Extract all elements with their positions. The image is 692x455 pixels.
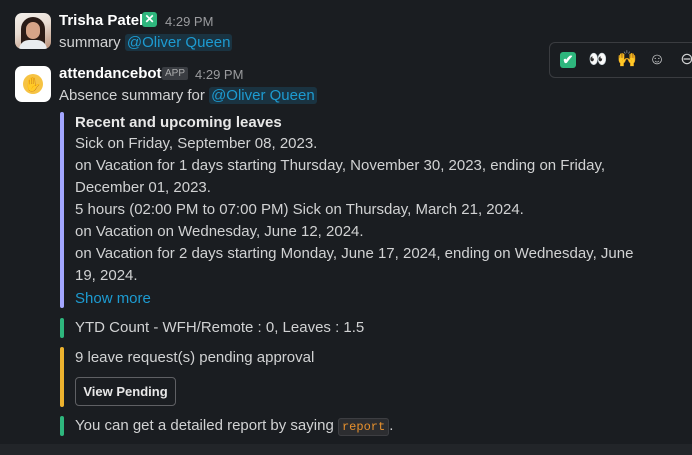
avatar-face: [26, 22, 40, 39]
status-x-icon: ✕: [142, 12, 157, 27]
leave-line: 19, 2024.: [75, 267, 138, 284]
leave-line: Sick on Friday, September 08, 2023.: [75, 135, 318, 152]
attachment-bar-orange: [60, 347, 64, 407]
attachment-bar-green-2: [60, 416, 64, 436]
author-attendancebot[interactable]: attendancebot: [59, 65, 162, 82]
author-trisha[interactable]: Trisha Patel: [59, 12, 143, 29]
message1-text: summary @Oliver Queen: [59, 34, 233, 51]
message2-text: Absence summary for @Oliver Queen: [59, 87, 317, 104]
report-hint-text: You can get a detailed report by saying …: [75, 415, 635, 438]
attachment-bar-purple: [60, 112, 64, 308]
ytd-count-text: YTD Count - WFH/Remote : 0, Leaves : 1.5: [75, 319, 365, 336]
mention-oliver-queen-2[interactable]: @Oliver Queen: [209, 87, 317, 104]
attachment-title: Recent and upcoming leaves: [75, 114, 282, 131]
bottom-divider: [0, 444, 692, 455]
attachment-bar-green: [60, 318, 64, 338]
more-icon: ⊖: [680, 51, 692, 68]
avatar-shirt: [19, 40, 47, 49]
raised-hands-icon: 🙌: [617, 51, 637, 68]
react-raised-hands-button[interactable]: 🙌: [614, 47, 640, 73]
leave-line: 5 hours (02:00 PM to 07:00 PM) Sick on T…: [75, 201, 524, 218]
raised-hand-icon: ✋: [23, 74, 43, 94]
report-suffix: .: [389, 417, 394, 434]
add-emoji-icon: ☺: [648, 51, 666, 68]
app-badge: APP: [162, 67, 189, 80]
check-icon: ✔: [560, 52, 576, 68]
report-prefix: You can get a detailed report by saying: [75, 417, 334, 434]
message1-prefix: summary: [59, 34, 121, 51]
show-more-link[interactable]: Show more: [75, 290, 151, 307]
message2-prefix: Absence summary for: [59, 87, 205, 104]
avatar-attendancebot[interactable]: ✋: [15, 66, 51, 102]
reaction-toolbar: ✔ 👀 🙌 ☺ ⊖: [549, 42, 692, 78]
eyes-icon: 👀: [588, 51, 608, 68]
more-actions-button[interactable]: ⊖: [674, 47, 692, 73]
add-reaction-button[interactable]: ☺: [644, 47, 670, 73]
leave-line: December 01, 2023.: [75, 179, 211, 196]
view-pending-button[interactable]: View Pending: [75, 377, 176, 406]
leave-line: on Vacation for 1 days starting Thursday…: [75, 157, 606, 174]
timestamp-message1[interactable]: 4:29 PM: [165, 14, 213, 29]
avatar-trisha[interactable]: [15, 13, 51, 49]
timestamp-message2[interactable]: 4:29 PM: [195, 67, 243, 82]
leave-line: on Vacation on Wednesday, June 12, 2024.: [75, 223, 364, 240]
pending-approval-text: 9 leave request(s) pending approval: [75, 349, 315, 366]
react-eyes-button[interactable]: 👀: [585, 47, 611, 73]
leave-line: on Vacation for 2 days starting Monday, …: [75, 245, 634, 262]
react-check-button[interactable]: ✔: [555, 47, 581, 73]
mention-oliver-queen[interactable]: @Oliver Queen: [124, 34, 233, 51]
report-code: report: [337, 418, 390, 436]
